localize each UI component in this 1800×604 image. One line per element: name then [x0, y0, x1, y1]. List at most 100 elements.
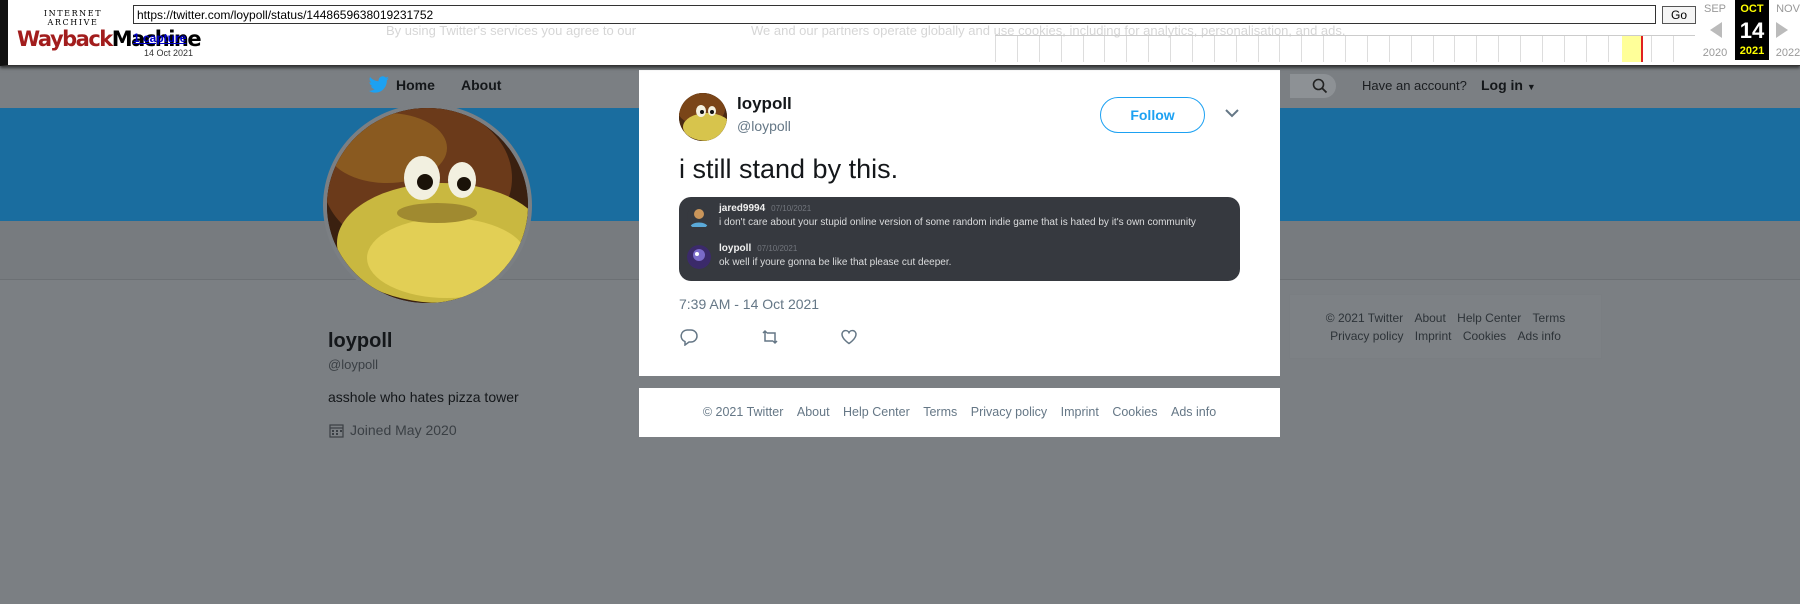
footer-cookies-link[interactable]: Cookies: [1463, 329, 1506, 343]
footer-about-link[interactable]: About: [1414, 311, 1445, 325]
next-month-label[interactable]: NOV: [1771, 3, 1800, 15]
sparkline-month-cell[interactable]: [1476, 36, 1498, 62]
prev-arrow-icon[interactable]: [1710, 22, 1722, 38]
current-day-label: 14: [1739, 18, 1765, 43]
sparkline-month-cell[interactable]: [1410, 36, 1433, 62]
sparkline-month-cell[interactable]: [1257, 36, 1280, 62]
chat-username: jared9994 07/10/2021: [719, 203, 812, 214]
footer-copyright: © 2021 Twitter: [702, 405, 784, 419]
wayback-toolbar: INTERNET ARCHIVE WaybackMachine By using…: [0, 0, 1800, 66]
chat-text: ok well if youre gonna be like that plea…: [719, 257, 952, 268]
sparkline-month-cell[interactable]: [1366, 36, 1389, 62]
tweet-text: i still stand by this.: [679, 154, 899, 184]
caret-down-icon: ▼: [1526, 82, 1536, 92]
footer-ads-link[interactable]: Ads info: [1518, 329, 1561, 343]
tweet-media-image[interactable]: jared9994 07/10/2021 i don't care about y…: [679, 197, 1240, 281]
profile-handle[interactable]: @loypoll: [328, 357, 378, 372]
calendar-icon: [329, 424, 344, 438]
sparkline-month-cell[interactable]: [1585, 36, 1608, 62]
profile-name[interactable]: loypoll: [328, 330, 392, 353]
sparkline-month-cell[interactable]: [1432, 36, 1455, 62]
donkey-kong-avatar-image: [327, 108, 528, 303]
capture-date: 14 Oct 2021: [144, 48, 194, 58]
twitter-bird-icon[interactable]: [368, 76, 390, 94]
donkey-kong-avatar-image: [679, 93, 727, 141]
nav-about-link[interactable]: About: [461, 77, 501, 93]
sparkline-month-cell[interactable]: [1541, 36, 1564, 62]
tweet-author-avatar[interactable]: [679, 93, 727, 141]
sparkline-month-cell[interactable]: [1651, 36, 1673, 62]
chat-text: i don't care about your stupid online ve…: [719, 217, 1196, 228]
tweet-permalink-modal: loypoll @loypoll Follow i still stand by…: [639, 70, 1280, 376]
current-capture-date: OCT 14 2021: [1735, 0, 1769, 60]
sparkline-month-cell[interactable]: [1563, 36, 1586, 62]
sparkline-month-cell[interactable]: [1082, 36, 1105, 62]
nav-home-link[interactable]: Home: [396, 77, 435, 93]
follow-button[interactable]: Follow: [1100, 97, 1205, 133]
sparkline-month-cell[interactable]: [1279, 36, 1301, 62]
next-year-label[interactable]: 2022: [1771, 47, 1800, 59]
sparkline-month-cell[interactable]: [1673, 36, 1695, 62]
footer-imprint-link[interactable]: Imprint: [1415, 329, 1452, 343]
footer-about-link[interactable]: About: [797, 405, 830, 419]
tweet-author-name[interactable]: loypoll: [737, 94, 792, 114]
sparkline-month-cell[interactable]: [1454, 36, 1476, 62]
footer-privacy-link[interactable]: Privacy policy: [1330, 329, 1403, 343]
sparkline-month-cell[interactable]: [1170, 36, 1192, 62]
sparkline-month-cell[interactable]: [1498, 36, 1520, 62]
sparkline-month-cell[interactable]: [1016, 36, 1039, 62]
login-label: Log in: [1481, 77, 1523, 93]
footer-imprint-link[interactable]: Imprint: [1061, 405, 1099, 419]
chat-date: 07/10/2021: [757, 244, 798, 253]
footer-privacy-link[interactable]: Privacy policy: [971, 405, 1047, 419]
profile-avatar[interactable]: [323, 104, 532, 307]
retweet-icon[interactable]: [761, 328, 779, 346]
sparkline-month-cell[interactable]: [1301, 36, 1323, 62]
sparkline-month-cell[interactable]: [1388, 36, 1411, 62]
sparkline-month-cell[interactable]: [995, 36, 1017, 62]
capture-marker[interactable]: [1641, 36, 1643, 62]
current-month-label: OCT: [1740, 3, 1764, 15]
sparkline-month-cell[interactable]: [1323, 36, 1345, 62]
sparkline-month-cell[interactable]: [1191, 36, 1214, 62]
user-avatar-icon: [687, 205, 711, 229]
chat-username: loypoll 07/10/2021: [719, 243, 798, 254]
sparkline-month-cell[interactable]: [1126, 36, 1148, 62]
sparkline-month-cell[interactable]: [1520, 36, 1542, 62]
search-icon[interactable]: [1312, 78, 1328, 94]
sparkline-month-cell[interactable]: [1104, 36, 1126, 62]
sparkline-month-cell[interactable]: [1148, 36, 1170, 62]
tweet-timestamp[interactable]: 7:39 AM - 14 Oct 2021: [679, 296, 819, 312]
footer-help-link[interactable]: Help Center: [843, 405, 910, 419]
footer-ads-link[interactable]: Ads info: [1171, 405, 1216, 419]
login-dropdown[interactable]: Log in ▼: [1481, 77, 1536, 93]
like-heart-icon[interactable]: [840, 328, 858, 346]
sparkline-month-cell[interactable]: [1345, 36, 1367, 62]
sparkline-month-cell[interactable]: [1235, 36, 1258, 62]
chevron-down-icon[interactable]: [1225, 109, 1239, 118]
sparkline-month-cell[interactable]: [1060, 36, 1083, 62]
have-account-text: Have an account?: [1362, 78, 1467, 93]
tweet-author-handle[interactable]: @loypoll: [737, 118, 791, 134]
profile-bio: asshole who hates pizza tower: [328, 389, 519, 405]
profile-joined-date: Joined May 2020: [350, 422, 457, 438]
prev-month-label[interactable]: SEP: [1698, 3, 1732, 15]
captures-link[interactable]: 1 capture: [133, 31, 186, 45]
url-input[interactable]: [133, 5, 1656, 24]
footer-cookies-link[interactable]: Cookies: [1112, 405, 1157, 419]
reply-icon[interactable]: [680, 328, 698, 346]
user-avatar-icon: [687, 245, 711, 269]
prev-year-label[interactable]: 2020: [1698, 47, 1732, 59]
sparkline-month-cell[interactable]: [1213, 36, 1236, 62]
footer-terms-link[interactable]: Terms: [1533, 311, 1566, 325]
sparkline-month-cell[interactable]: [1038, 36, 1061, 62]
side-footer: © 2021 Twitter About Help Center Terms P…: [1289, 294, 1602, 359]
current-year-label: 2021: [1739, 45, 1765, 57]
internet-archive-text: INTERNET ARCHIVE: [43, 9, 103, 27]
wayback-logo[interactable]: INTERNET ARCHIVE WaybackMachine: [17, 9, 202, 51]
footer-terms-link[interactable]: Terms: [923, 405, 957, 419]
go-button[interactable]: Go: [1662, 6, 1696, 24]
next-arrow-icon[interactable]: [1776, 22, 1788, 38]
footer-help-link[interactable]: Help Center: [1457, 311, 1521, 325]
capture-sparkline[interactable]: [995, 35, 1695, 62]
